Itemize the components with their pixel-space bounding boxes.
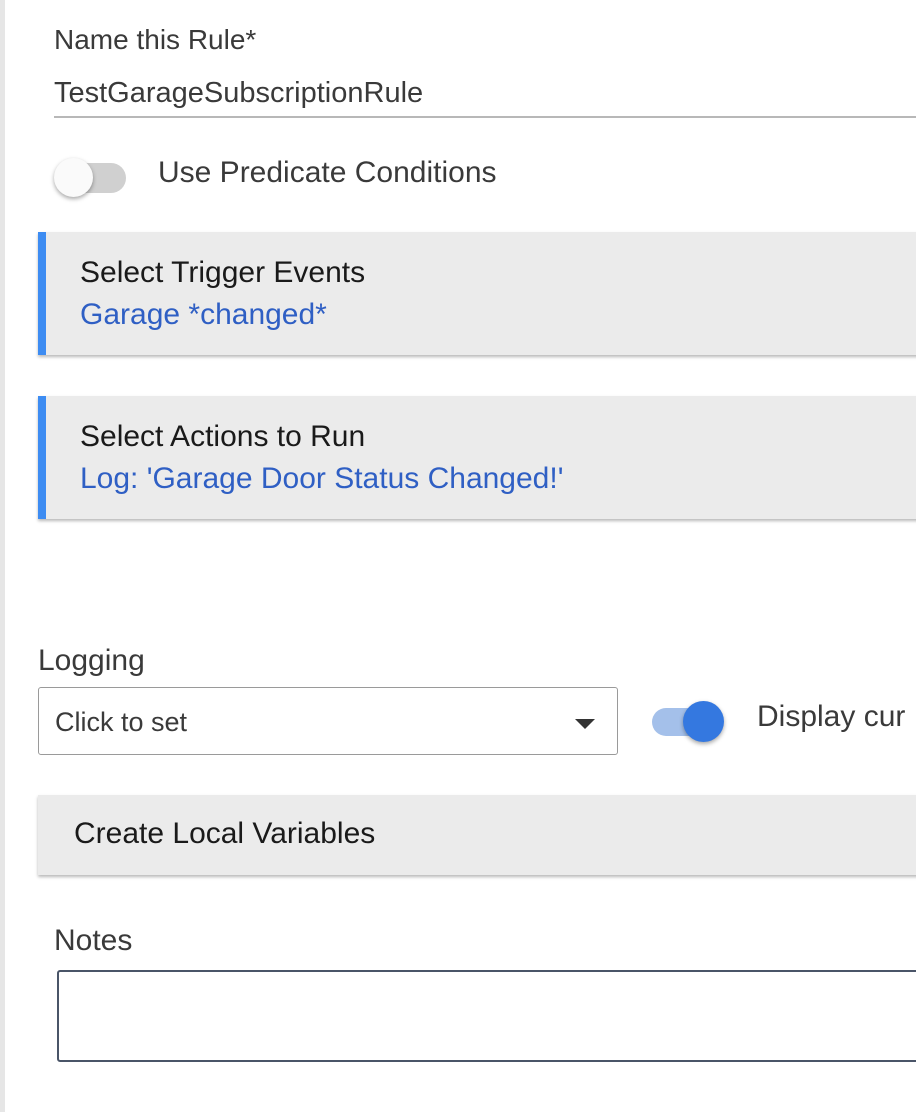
trigger-events-value[interactable]: Garage *changed*	[80, 298, 327, 332]
logging-select-value: Click to set	[55, 707, 188, 737]
logging-label: Logging	[38, 644, 145, 677]
rule-editor-page: Name this Rule* Use Predicate Conditions…	[0, 0, 916, 1112]
toggle-thumb	[683, 701, 724, 742]
local-variables-title: Create Local Variables	[74, 817, 376, 850]
actions-title: Select Actions to Run	[80, 420, 366, 453]
actions-section[interactable]: Select Actions to Run Log: 'Garage Door …	[38, 396, 916, 519]
local-variables-section[interactable]: Create Local Variables	[38, 795, 916, 875]
notes-label: Notes	[54, 924, 133, 957]
logging-select[interactable]: Click to set	[38, 687, 618, 755]
predicate-conditions-label: Use Predicate Conditions	[158, 156, 497, 189]
left-divider	[0, 0, 5, 1112]
display-current-toggle[interactable]	[650, 699, 726, 745]
caret-down-icon	[575, 719, 595, 729]
display-current-label: Display cur	[757, 700, 906, 733]
trigger-events-title: Select Trigger Events	[80, 256, 366, 289]
rule-name-label: Name this Rule*	[54, 24, 257, 55]
predicate-conditions-toggle[interactable]	[52, 156, 128, 200]
toggle-thumb	[54, 158, 93, 197]
rule-name-input[interactable]	[54, 70, 916, 118]
notes-textarea[interactable]	[57, 970, 916, 1062]
actions-value[interactable]: Log: 'Garage Door Status Changed!'	[80, 462, 563, 496]
trigger-events-section[interactable]: Select Trigger Events Garage *changed*	[38, 232, 916, 355]
